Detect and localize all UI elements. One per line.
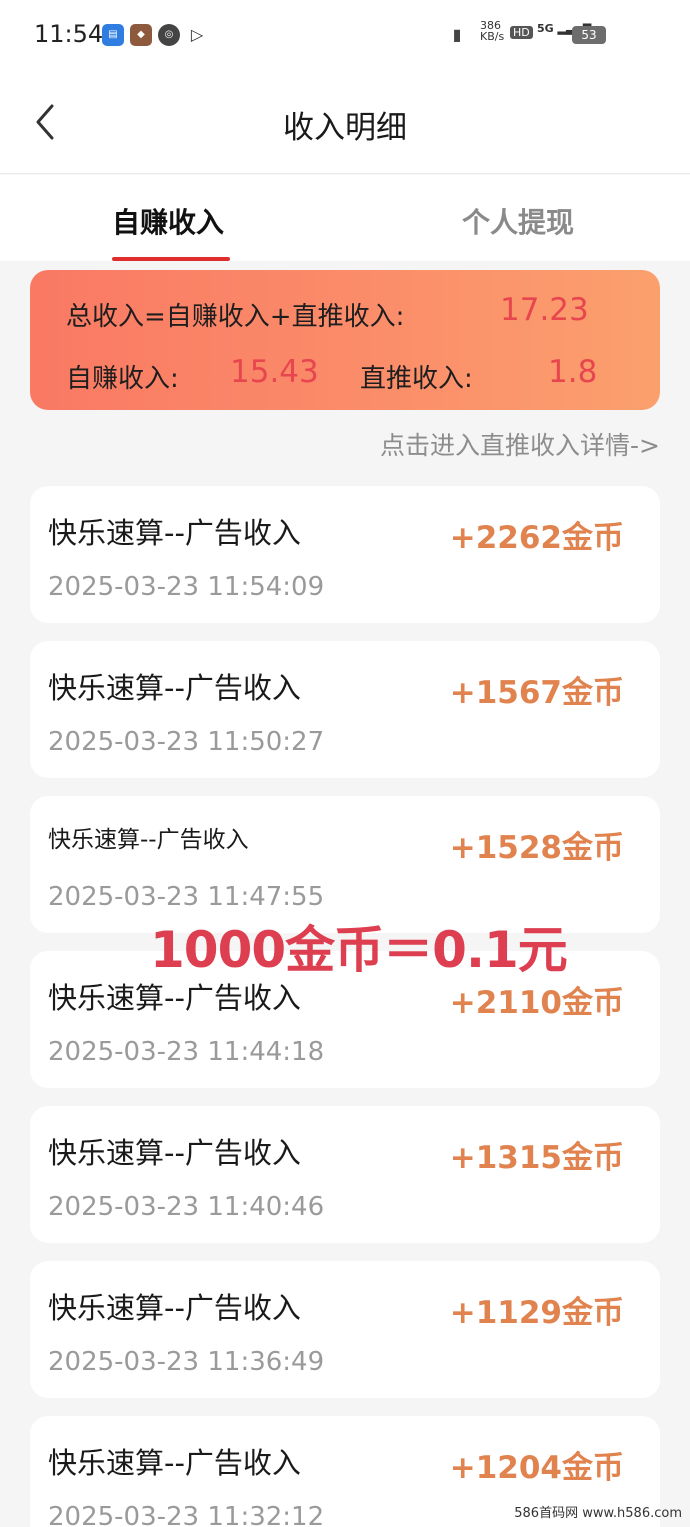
app-icon-3: ◎ — [158, 24, 180, 46]
list-item[interactable]: 快乐速算--广告收入 +1315金币 2025-03-23 11:40:46 — [30, 1106, 660, 1243]
record-title: 快乐速算--广告收入 — [48, 516, 301, 550]
list-item[interactable]: 快乐速算--广告收入 +2262金币 2025-03-23 11:54:09 — [30, 486, 660, 623]
record-time: 2025-03-23 11:40:46 — [48, 1192, 325, 1222]
record-amount: +2110金币 — [449, 985, 624, 1021]
record-amount: +1315金币 — [449, 1140, 624, 1176]
network-speed-unit: KB/s — [480, 30, 505, 43]
total-income-label: 总收入=自赚收入+直推收入: — [66, 302, 405, 332]
list-item[interactable]: 快乐速算--广告收入 +1567金币 2025-03-23 11:50:27 — [30, 641, 660, 778]
tab-bar: 自赚收入 个人提现 — [0, 175, 690, 261]
record-time: 2025-03-23 11:50:27 — [48, 727, 325, 757]
tab-self-income[interactable]: 自赚收入 — [112, 201, 224, 241]
list-item[interactable]: 快乐速算--广告收入 +1129金币 2025-03-23 11:36:49 — [30, 1261, 660, 1398]
tab-active-indicator — [112, 257, 230, 261]
play-icon: ▷ — [186, 24, 208, 46]
app-icon-1: ▤ — [102, 24, 124, 46]
status-bar: 11:54 ▤ ◆ ◎ ▷ ▮ 386 KB/s HD 5G ▂▃▅▇ 53 — [0, 0, 690, 70]
direct-income-value: 1.8 — [548, 354, 598, 390]
income-summary-card: 总收入=自赚收入+直推收入: 17.23 自赚收入: 15.43 直推收入: 1… — [30, 270, 660, 410]
nav-header: 收入明细 — [0, 70, 690, 174]
record-title: 快乐速算--广告收入 — [48, 1136, 301, 1170]
direct-income-label: 直推收入: — [360, 364, 473, 394]
record-amount: +1204金币 — [449, 1450, 624, 1486]
record-amount: +2262金币 — [449, 520, 624, 556]
record-title: 快乐速算--广告收入 — [48, 1291, 301, 1325]
site-watermark: 586首码网 www.h586.com — [514, 1506, 682, 1521]
total-income-value: 17.23 — [500, 292, 589, 328]
status-time: 11:54 — [34, 20, 104, 48]
record-amount: +1567金币 — [449, 675, 624, 711]
record-time: 2025-03-23 11:36:49 — [48, 1347, 325, 1377]
signal-label: 5G — [537, 22, 554, 35]
record-amount: +1129金币 — [449, 1295, 624, 1331]
self-income-value: 15.43 — [230, 354, 319, 390]
page-title: 收入明细 — [283, 110, 407, 146]
battery-icon: 53 — [572, 26, 606, 44]
record-amount: +1528金币 — [449, 830, 624, 866]
tab-withdrawal[interactable]: 个人提现 — [462, 201, 574, 241]
self-income-label: 自赚收入: — [66, 364, 179, 394]
conversion-rate-overlay: 1000金币＝0.1元 — [150, 921, 568, 979]
record-time: 2025-03-23 11:32:12 — [48, 1502, 325, 1527]
app-icon-2: ◆ — [130, 24, 152, 46]
vibrate-icon: ▮ — [446, 24, 468, 46]
record-title: 快乐速算--广告收入 — [48, 671, 301, 705]
record-title: 快乐速算--广告收入 — [48, 827, 249, 853]
record-time: 2025-03-23 11:47:55 — [48, 882, 325, 912]
hd-icon: HD — [510, 26, 533, 39]
record-title: 快乐速算--广告收入 — [48, 1446, 301, 1480]
record-time: 2025-03-23 11:44:18 — [48, 1037, 325, 1067]
record-time: 2025-03-23 11:54:09 — [48, 572, 325, 602]
network-speed: 386 KB/s — [480, 20, 504, 42]
direct-income-detail-link[interactable]: 点击进入直推收入详情-> — [380, 426, 660, 462]
